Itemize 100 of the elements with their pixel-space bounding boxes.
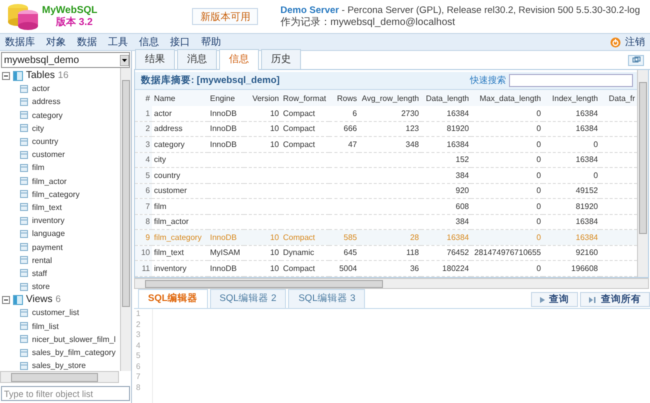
tree-item[interactable]: language bbox=[32, 229, 65, 238]
tree-item[interactable]: nicer_but_slower_film_l bbox=[32, 334, 116, 344]
expander-icon[interactable] bbox=[2, 296, 10, 304]
result-tab[interactable]: 消息 bbox=[177, 49, 217, 69]
query-button[interactable]: 查询 bbox=[531, 292, 578, 307]
menu-item[interactable]: 工具 bbox=[108, 35, 128, 49]
table-cell: 81920 bbox=[576, 202, 598, 211]
table-cell: 2730 bbox=[401, 108, 419, 118]
tree-item[interactable]: city bbox=[32, 124, 44, 133]
table-cell: 76452 bbox=[446, 248, 469, 258]
table-cell: 3 bbox=[146, 140, 150, 149]
tree-item[interactable]: film bbox=[32, 163, 44, 172]
result-tab[interactable]: 结果 bbox=[135, 49, 175, 69]
table-cell: Compact bbox=[283, 124, 316, 134]
tree-item[interactable]: inventory bbox=[32, 216, 64, 226]
tree-item[interactable]: film_actor bbox=[32, 176, 67, 186]
menu-item[interactable]: 信息 bbox=[139, 35, 159, 49]
restore-window-icon[interactable] bbox=[628, 54, 644, 66]
table-cell: 36 bbox=[410, 264, 419, 273]
editor-tab[interactable]: SQL编辑器 2 bbox=[210, 289, 286, 308]
table-cell: 348 bbox=[406, 140, 419, 149]
table-icon bbox=[20, 84, 28, 93]
column-header[interactable]: Data_length bbox=[421, 90, 471, 106]
table-cell: country bbox=[154, 170, 180, 180]
table-cell: Compact bbox=[283, 264, 316, 273]
search-field[interactable] bbox=[509, 74, 633, 87]
tree-item[interactable]: film_category bbox=[32, 190, 80, 199]
table-cell: 196608 bbox=[571, 264, 598, 273]
tree-item[interactable]: staff bbox=[32, 268, 47, 278]
column-header[interactable]: Max_data_length bbox=[471, 90, 543, 106]
table-cell: 0 bbox=[536, 186, 541, 196]
menu-item[interactable]: 帮助 bbox=[201, 35, 221, 49]
tree-item[interactable]: category bbox=[32, 110, 63, 120]
tree-item[interactable]: payment bbox=[32, 242, 63, 252]
menu-item[interactable]: 数据 bbox=[77, 35, 97, 49]
table-cell: 6 bbox=[146, 186, 150, 196]
menu-item[interactable]: 接口 bbox=[170, 35, 190, 49]
horizontal-scrollbar[interactable] bbox=[134, 278, 649, 289]
tree-item[interactable]: rental bbox=[32, 256, 52, 265]
expander-icon[interactable] bbox=[2, 72, 10, 80]
column-header[interactable]: # bbox=[135, 90, 152, 106]
menu-item[interactable]: 数据库 bbox=[5, 35, 35, 49]
table-cell: 16384 bbox=[576, 124, 598, 134]
table-cell: 10 bbox=[270, 140, 279, 149]
tree-item[interactable]: sales_by_film_category bbox=[32, 348, 116, 358]
line-number: 7 bbox=[136, 372, 142, 382]
database-select[interactable]: mywebsql_demo bbox=[1, 52, 130, 68]
table-icon bbox=[20, 362, 28, 370]
table-cell: 0 bbox=[536, 124, 541, 134]
table-cell: 0 bbox=[594, 170, 598, 180]
tree-item[interactable]: store bbox=[32, 282, 50, 292]
tree-item[interactable]: sales_by_store bbox=[32, 361, 86, 370]
column-header[interactable]: Engine bbox=[208, 90, 244, 106]
column-header[interactable]: Avg_row_length bbox=[359, 90, 421, 106]
table-cell: 92160 bbox=[576, 248, 598, 258]
line-number: 1 bbox=[136, 309, 142, 320]
tree-item[interactable]: country bbox=[32, 137, 58, 146]
column-header[interactable]: Rows bbox=[329, 90, 359, 106]
query-button[interactable]: 查询所有 bbox=[580, 292, 650, 307]
vertical-scrollbar[interactable] bbox=[120, 68, 131, 371]
table-cell: 1 bbox=[146, 108, 150, 118]
column-header[interactable]: Data_fr bbox=[600, 90, 637, 106]
table-cell: 920 bbox=[456, 186, 469, 196]
table-icon bbox=[20, 308, 28, 317]
table-cell: Compact bbox=[283, 140, 316, 149]
tree-item[interactable]: actor bbox=[32, 84, 50, 94]
tree-group-label[interactable]: Tables bbox=[26, 70, 55, 82]
table-cell: 28 bbox=[410, 232, 419, 242]
horizontal-scrollbar[interactable] bbox=[0, 371, 119, 383]
column-header[interactable]: Name bbox=[152, 90, 208, 106]
table-cell: 0 bbox=[536, 232, 541, 242]
table-cell: 608 bbox=[456, 202, 469, 211]
result-tab[interactable]: 信息 bbox=[219, 49, 259, 70]
tree-item[interactable]: address bbox=[32, 97, 60, 106]
column-header[interactable]: Row_format bbox=[281, 90, 329, 106]
menu-item[interactable]: 对象 bbox=[46, 35, 66, 49]
tree-group-label[interactable]: Views bbox=[26, 294, 52, 306]
table-cell: 0 bbox=[536, 155, 541, 164]
logout-link[interactable]: 注销 bbox=[625, 35, 645, 49]
table-cell: 10 bbox=[270, 232, 279, 242]
tree-item[interactable]: customer bbox=[32, 150, 65, 160]
tree-item[interactable]: film_text bbox=[32, 202, 62, 212]
tree-item[interactable]: customer_list bbox=[32, 308, 80, 318]
table-cell: 49152 bbox=[576, 186, 598, 196]
column-header[interactable]: Version bbox=[244, 90, 281, 106]
power-icon[interactable] bbox=[610, 36, 621, 48]
column-header[interactable]: Index_length bbox=[543, 90, 600, 106]
result-tab[interactable]: 历史 bbox=[261, 49, 301, 69]
table-icon bbox=[20, 124, 28, 132]
play-all-icon bbox=[589, 296, 597, 302]
filter-field[interactable]: Type to filter object list bbox=[1, 386, 130, 401]
table-cell: MyISAM bbox=[210, 248, 240, 258]
vertical-scrollbar[interactable] bbox=[637, 70, 648, 277]
table-icon bbox=[20, 282, 28, 291]
update-button[interactable]: 新版本可用 bbox=[192, 8, 258, 25]
editor-tab[interactable]: SQL编辑器 3 bbox=[288, 289, 366, 308]
table-icon bbox=[20, 230, 28, 238]
line-number: 2 bbox=[136, 320, 142, 330]
tree-item[interactable]: film_list bbox=[32, 322, 59, 331]
table-cell: film_text bbox=[154, 248, 184, 258]
